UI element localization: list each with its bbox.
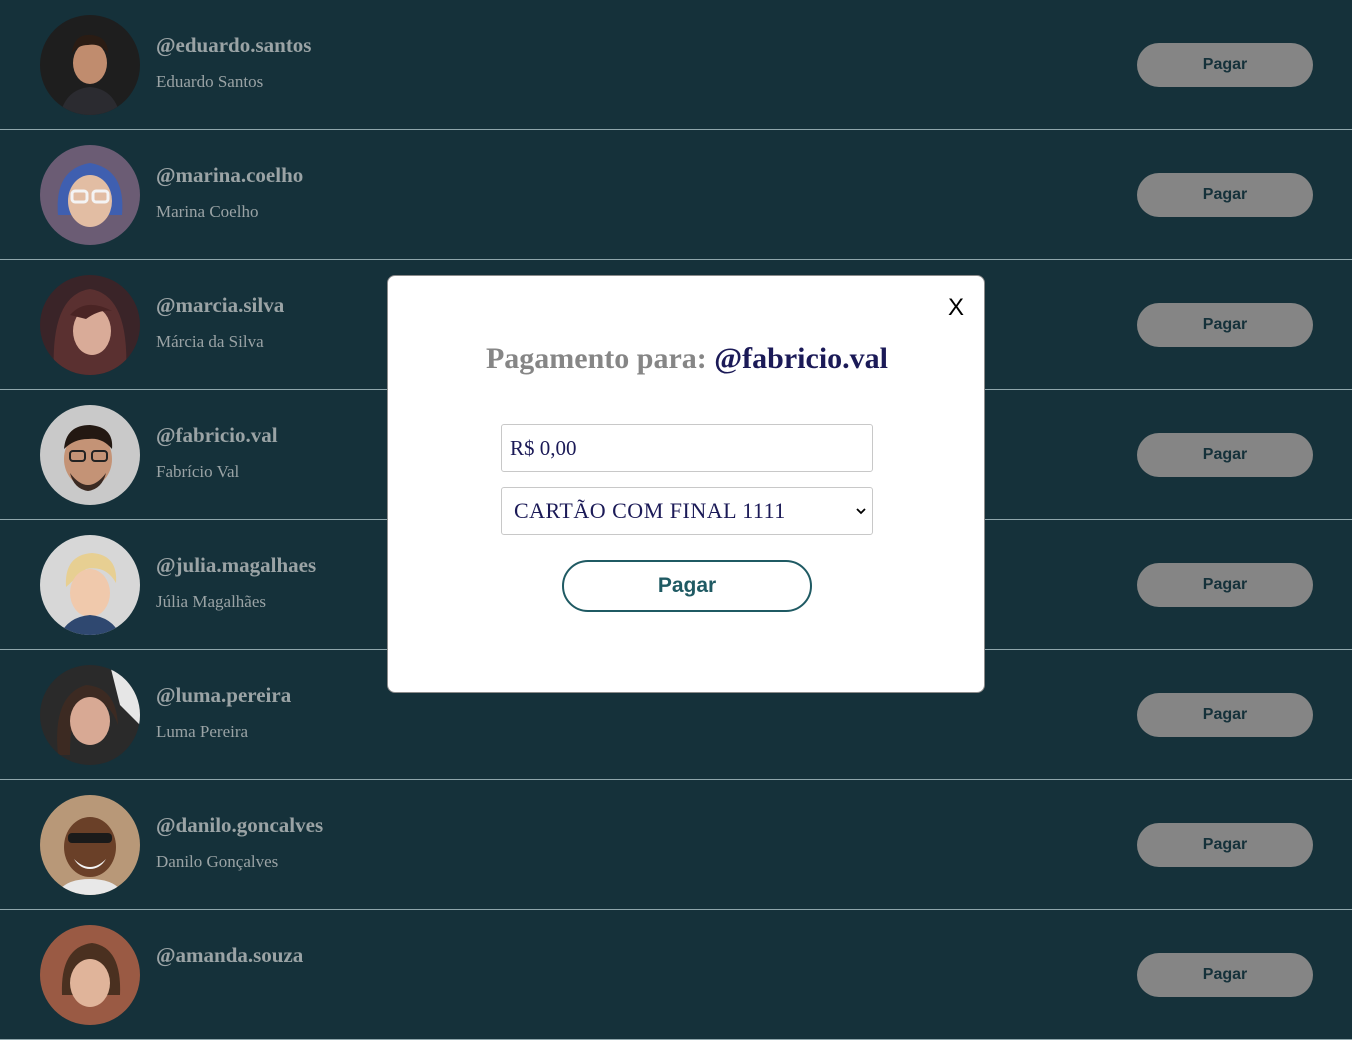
user-row: @marina.coelho Marina Coelho Pagar	[0, 130, 1352, 260]
pay-button[interactable]: Pagar	[1137, 433, 1313, 477]
user-name: Júlia Magalhães	[156, 592, 266, 611]
pay-button[interactable]: Pagar	[1137, 823, 1313, 867]
avatar	[40, 925, 140, 1025]
user-name: Danilo Gonçalves	[156, 852, 279, 871]
user-name: Márcia da Silva	[156, 332, 264, 351]
avatar	[40, 15, 140, 115]
user-row: @amanda.souza Pagar	[0, 910, 1352, 1040]
pay-button[interactable]: Pagar	[1137, 303, 1313, 347]
user-handle: @eduardo.santos	[156, 33, 312, 57]
pay-button[interactable]: Pagar	[1137, 953, 1313, 997]
card-select-value: CARTÃO COM FINAL 1111	[514, 498, 786, 523]
user-name: Eduardo Santos	[156, 72, 264, 91]
user-handle: @marina.coelho	[156, 163, 304, 187]
user-row: @danilo.goncalves Danilo Gonçalves Pagar	[0, 780, 1352, 910]
pay-button[interactable]: Pagar	[1137, 693, 1313, 737]
user-handle: @marcia.silva	[156, 293, 285, 317]
user-row: @eduardo.santos Eduardo Santos Pagar	[0, 0, 1352, 130]
pay-button[interactable]: Pagar	[1137, 563, 1313, 607]
close-button[interactable]: X	[948, 296, 964, 320]
user-handle: @amanda.souza	[156, 943, 304, 967]
modal-title: Pagamento para: @fabricio.val	[388, 342, 986, 376]
user-name: Fabrício Val	[156, 462, 240, 481]
avatar	[40, 405, 140, 505]
chevron-down-icon	[856, 508, 866, 515]
avatar	[40, 275, 140, 375]
amount-input[interactable]	[501, 424, 873, 472]
avatar	[40, 795, 140, 895]
avatar	[40, 665, 140, 765]
modal-title-user: @fabricio.val	[714, 342, 888, 375]
avatar	[40, 145, 140, 245]
user-handle: @julia.magalhaes	[156, 553, 317, 577]
pay-button[interactable]: Pagar	[1137, 173, 1313, 217]
avatar	[40, 535, 140, 635]
user-handle: @fabricio.val	[156, 423, 278, 447]
pay-button[interactable]: Pagar	[1137, 43, 1313, 87]
user-name: Luma Pereira	[156, 722, 249, 741]
modal-title-prefix: Pagamento para:	[485, 342, 707, 375]
user-name: Marina Coelho	[156, 202, 259, 221]
user-handle: @danilo.goncalves	[156, 813, 324, 837]
payment-modal: X Pagamento para: @fabricio.val CARTÃO C…	[387, 275, 985, 693]
user-handle: @luma.pereira	[156, 683, 292, 707]
confirm-pay-button[interactable]: Pagar	[562, 560, 812, 612]
card-select[interactable]: CARTÃO COM FINAL 1111	[501, 487, 873, 535]
